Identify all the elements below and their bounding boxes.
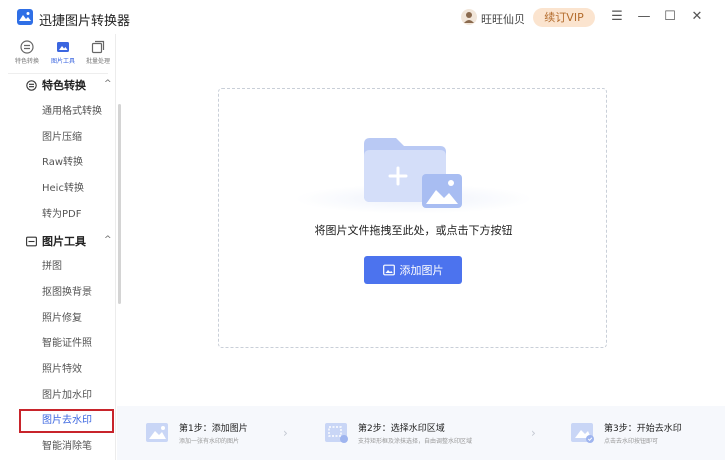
chevron-right-icon: › [283,426,288,440]
tab-batch-label: 批量处理 [85,58,110,65]
menu-item-add-watermark[interactable]: 图片加水印 [42,388,92,404]
app-logo-icon [17,9,33,25]
menu-item-cutout[interactable]: 抠图换背景 [42,285,92,301]
sidebar-scrollbar[interactable] [118,104,121,304]
user-name[interactable]: 旺旺仙贝 [481,11,525,27]
tab-image-tools-label: 图片工具 [50,58,75,65]
minimize-icon[interactable]: — [636,9,652,25]
group-tools-header[interactable]: 图片工具 ^ [26,232,112,250]
step-2-desc: 支持矩形框及涂抹选择，自由调整水印区域 [358,438,473,445]
add-image-label: 添加图片 [399,264,444,277]
add-image-button[interactable]: 添加图片 [364,256,462,284]
convert-icon [20,40,34,54]
group-convert-label: 特色转换 [42,79,86,92]
step-3-desc: 点击去水印按钮即可 [604,438,659,445]
menu-item-id-photo[interactable]: 智能证件照 [42,336,92,352]
image-icon [382,264,395,276]
image-tools-group-icon [26,236,37,246]
image-tools-icon [57,42,69,52]
tab-batch[interactable]: 批量处理 [81,38,115,70]
sidebar-tabs: 特色转换 图片工具 批量处理 [8,38,116,72]
menu-item-photo-effects[interactable]: 照片特效 [42,362,82,378]
renew-vip-button[interactable]: 续订VIP [533,8,595,27]
step-3-title: 第3步：开始去水印 [604,424,682,434]
chevron-up-icon: ^ [104,235,112,245]
step-1-desc: 添加一张有水印的图片 [179,438,240,445]
menu-item-heic[interactable]: Heic转换 [42,181,84,197]
folder-image-icon [364,138,462,208]
drop-zone[interactable]: 将图片文件拖拽至此处，或点击下方按钮 添加图片 [218,88,607,348]
user-avatar-icon[interactable] [461,9,477,25]
group-convert-header[interactable]: 特色转换 ^ [26,76,112,94]
title-bar: 迅捷图片转换器 旺旺仙贝 续订VIP ☰ — ☐ ✕ [0,0,725,34]
menu-item-smart-eraser[interactable]: 智能消除笔 [42,439,92,455]
chevron-up-icon: ^ [104,79,112,89]
convert-group-icon [26,79,37,91]
sidebar-divider [8,73,108,74]
menu-item-photo-repair[interactable]: 照片修复 [42,311,82,327]
menu-item-remove-watermark[interactable]: 图片去水印 [19,409,114,433]
step-1-title: 第1步：添加图片 [179,424,248,434]
menu-item-raw[interactable]: Raw转换 [42,155,83,171]
drop-hint-text: 将图片文件拖拽至此处，或点击下方按钮 [314,224,513,237]
menu-item-collage[interactable]: 拼图 [42,259,62,275]
add-image-step-icon [146,423,168,442]
batch-icon [91,40,105,54]
chevron-right-icon: › [531,426,536,440]
maximize-icon[interactable]: ☐ [662,9,678,25]
close-icon[interactable]: ✕ [689,9,705,25]
tab-image-tools[interactable]: 图片工具 [46,38,80,70]
menu-icon[interactable]: ☰ [609,9,625,25]
step-2-title: 第2步：选择水印区域 [358,424,445,434]
app-title: 迅捷图片转换器 [39,14,131,29]
menu-item-to-pdf[interactable]: 转为PDF [42,207,81,223]
steps-bar: 第1步：添加图片 添加一张有水印的图片 › 第2步：选择水印区域 支持矩形框及涂… [117,406,725,460]
tab-convert[interactable]: 特色转换 [10,38,44,70]
menu-item-format-convert[interactable]: 通用格式转换 [42,104,102,120]
menu-item-compress[interactable]: 图片压缩 [42,130,82,146]
group-tools-label: 图片工具 [42,235,86,248]
select-area-step-icon [325,423,348,443]
tab-convert-label: 特色转换 [14,58,39,65]
sidebar: 特色转换 图片工具 批量处理 特色转换 ^ 通用格式转换 图片压缩 Raw转换 … [8,34,121,460]
remove-watermark-step-icon [571,423,594,443]
